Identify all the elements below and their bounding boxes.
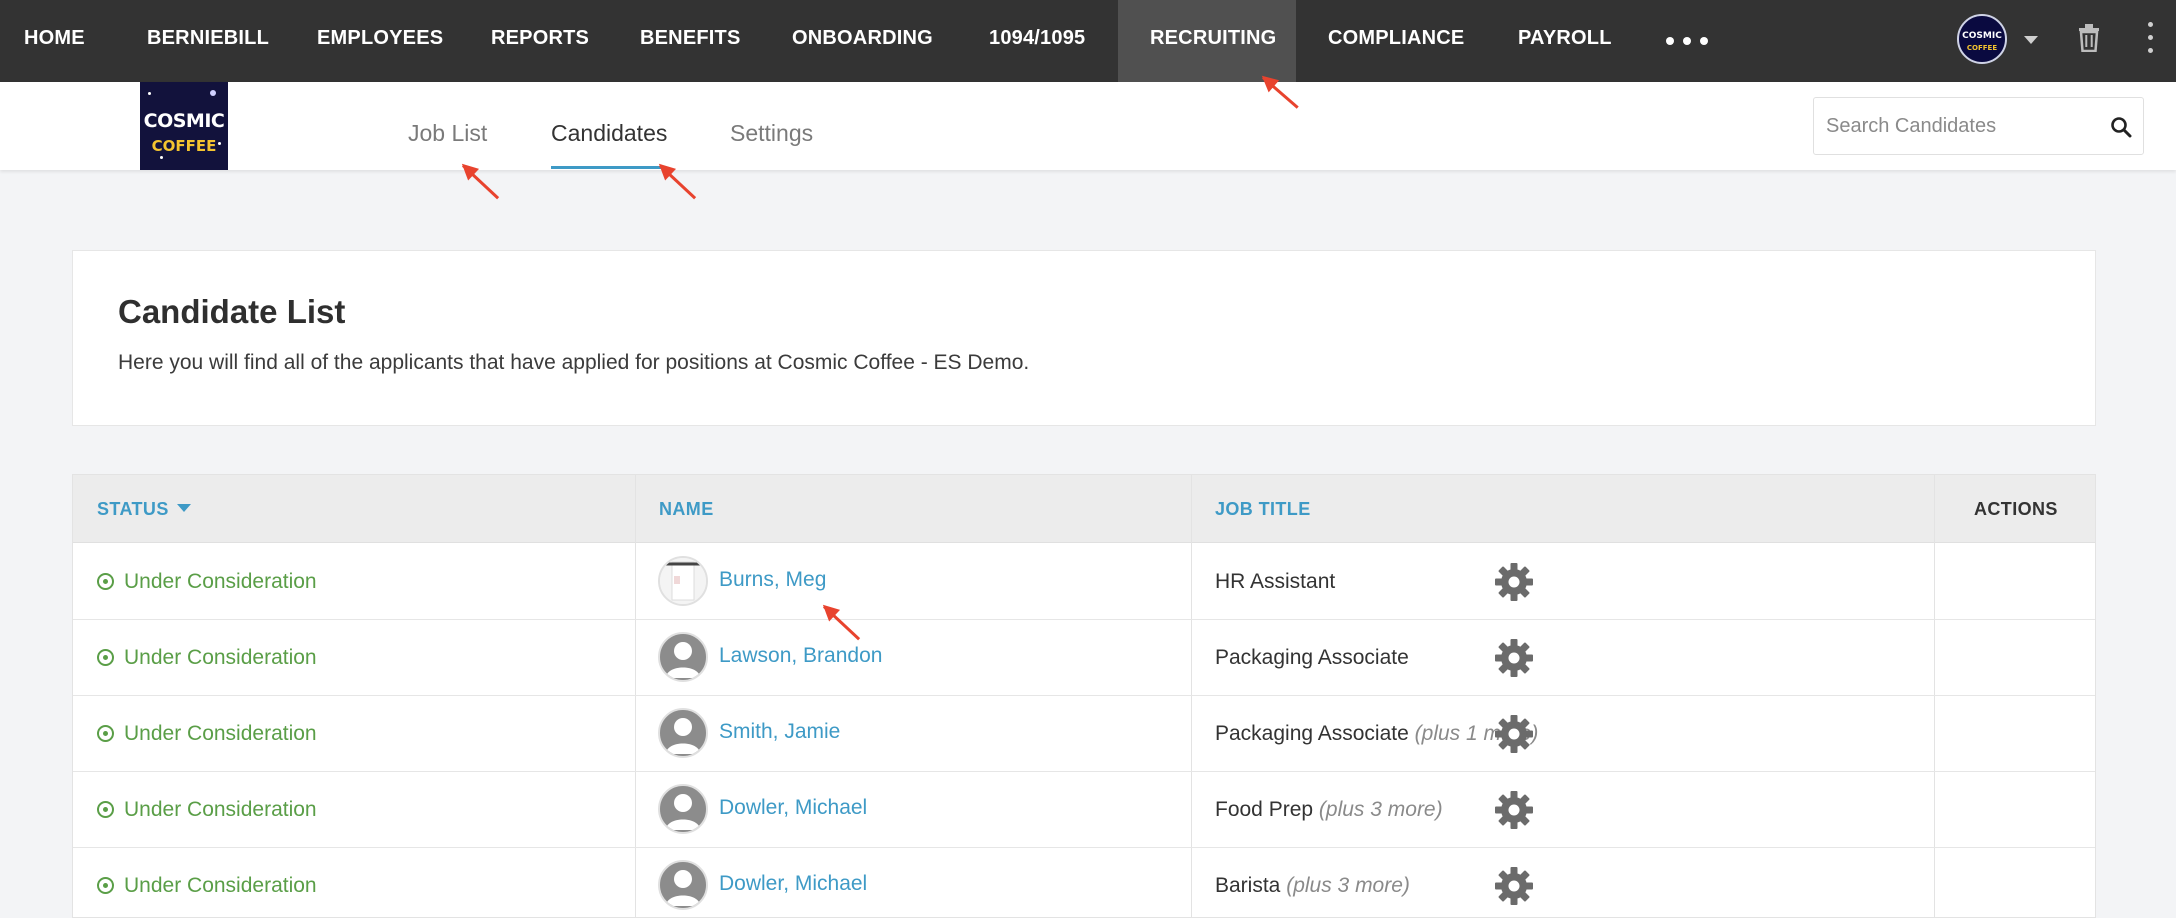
page-description: Here you will find all of the applicants… — [118, 351, 1030, 374]
job-title: Food Prep (plus 3 more) — [1215, 798, 1443, 821]
candidate-name-link[interactable]: Lawson, Brandon — [719, 644, 882, 668]
candidate-name-link[interactable]: Dowler, Michael — [719, 872, 867, 896]
nav-1094-1095[interactable]: 1094/1095 — [989, 0, 1085, 82]
more-jobs-note: (plus 3 more) — [1318, 798, 1443, 821]
search-icon[interactable] — [2110, 116, 2132, 138]
sort-caret-icon[interactable] — [176, 504, 191, 512]
candidate-avatar[interactable] — [658, 708, 708, 758]
chevron-down-icon[interactable] — [2024, 36, 2038, 44]
nav-recruiting[interactable]: RECRUITING — [1118, 0, 1296, 82]
gear-icon[interactable] — [1494, 714, 1534, 754]
status-under-consideration[interactable]: Under Consideration — [97, 646, 317, 670]
tab-settings[interactable]: Settings — [730, 120, 813, 147]
gear-icon[interactable] — [1494, 866, 1534, 906]
candidate-name-link[interactable]: Dowler, Michael — [719, 796, 867, 820]
candidate-name-link[interactable]: Smith, Jamie — [719, 720, 840, 744]
table-row: Under Consideration Smith, Jamie Packagi… — [73, 696, 2095, 772]
status-under-consideration[interactable]: Under Consideration — [97, 570, 317, 594]
candidate-avatar[interactable] — [658, 784, 708, 834]
job-title: Barista (plus 3 more) — [1215, 874, 1410, 897]
table-header: STATUS NAME JOB TITLE ACTIONS — [73, 475, 2095, 543]
candidate-avatar[interactable] — [658, 860, 708, 910]
candidate-table: STATUS NAME JOB TITLE ACTIONS Under Cons… — [72, 474, 2096, 918]
page-title: Candidate List — [118, 293, 346, 330]
status-under-consideration[interactable]: Under Consideration — [97, 798, 317, 822]
nav-berniebill[interactable]: BERNIEBILL — [147, 0, 269, 82]
kebab-menu-icon[interactable] — [2145, 18, 2155, 58]
nav-reports[interactable]: REPORTS — [491, 0, 589, 82]
nav-payroll[interactable]: PAYROLL — [1518, 0, 1612, 82]
nav-home[interactable]: HOME — [24, 0, 85, 82]
job-title: Packaging Associate — [1215, 646, 1409, 669]
more-menu-icon[interactable] — [1662, 28, 1712, 52]
status-under-consideration[interactable]: Under Consideration — [97, 722, 317, 746]
table-row: Under Consideration Dowler, Michael Bari… — [73, 848, 2095, 917]
tab-candidates[interactable]: Candidates — [551, 120, 667, 147]
table-row: Under Consideration Lawson, Brandon Pack… — [73, 620, 2095, 696]
candidate-name-link[interactable]: Burns, Meg — [719, 568, 826, 592]
gear-icon[interactable] — [1494, 562, 1534, 602]
job-title: HR Assistant — [1215, 570, 1336, 593]
target-icon — [97, 573, 114, 590]
candidate-avatar[interactable] — [658, 556, 708, 606]
search-input[interactable] — [1826, 98, 2096, 154]
nav-compliance[interactable]: COMPLIANCE — [1328, 0, 1464, 82]
candidate-search — [1813, 97, 2144, 155]
column-header-actions: ACTIONS — [1974, 499, 2058, 519]
table-row: Under Consideration Burns, Meg HR Assist… — [73, 544, 2095, 620]
trash-icon[interactable] — [2078, 24, 2100, 53]
target-icon — [97, 801, 114, 818]
status-under-consideration[interactable]: Under Consideration — [97, 874, 317, 898]
target-icon — [97, 649, 114, 666]
table-row: Under Consideration Dowler, Michael Food… — [73, 772, 2095, 848]
column-header-job-title[interactable]: JOB TITLE — [1215, 499, 1311, 520]
gear-icon[interactable] — [1494, 638, 1534, 678]
job-title: Packaging Associate (plus 1 more) — [1215, 722, 1539, 745]
candidate-avatar[interactable] — [658, 632, 708, 682]
tab-job-list[interactable]: Job List — [408, 120, 487, 147]
target-icon — [97, 725, 114, 742]
nav-benefits[interactable]: BENEFITS — [640, 0, 741, 82]
target-icon — [97, 877, 114, 894]
company-logo: COSMIC COFFEE — [140, 82, 228, 170]
candidate-list-intro: Candidate List Here you will find all of… — [72, 250, 2096, 426]
gear-icon[interactable] — [1494, 790, 1534, 830]
nav-onboarding[interactable]: ONBOARDING — [792, 0, 933, 82]
more-jobs-note: (plus 3 more) — [1286, 874, 1410, 897]
sub-header: COSMIC COFFEE Job List Candidates Settin… — [0, 82, 2176, 170]
column-header-status[interactable]: STATUS — [97, 499, 191, 520]
column-header-name[interactable]: NAME — [659, 499, 714, 520]
company-avatar[interactable]: COSMIC COFFEE — [1957, 14, 2007, 64]
active-tab-indicator — [551, 166, 663, 169]
top-navigation-bar: HOME BERNIEBILL EMPLOYEES REPORTS BENEFI… — [0, 0, 2176, 82]
nav-employees[interactable]: EMPLOYEES — [317, 0, 443, 82]
